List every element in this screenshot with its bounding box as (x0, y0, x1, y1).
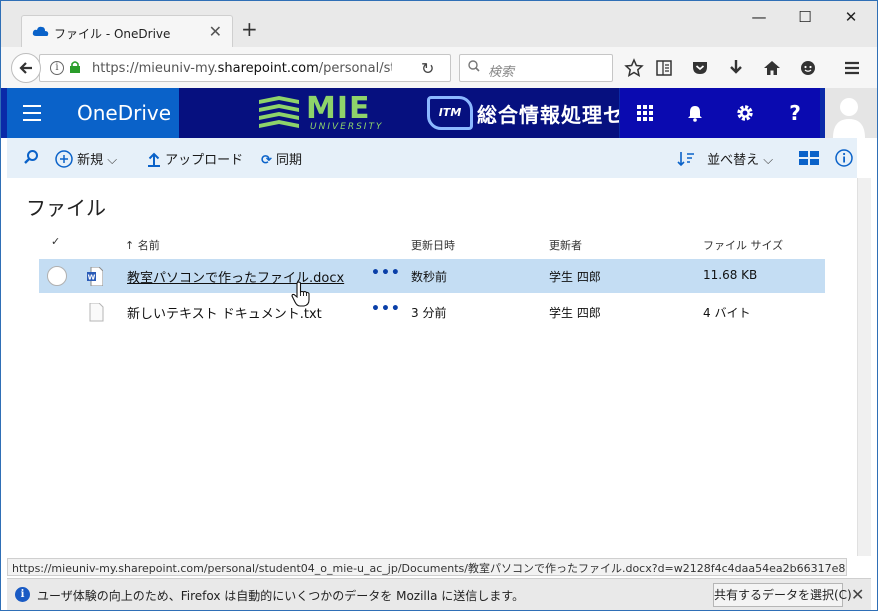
info-icon[interactable] (835, 149, 853, 167)
text-file-icon (89, 303, 104, 322)
upload-button[interactable]: アップロード (147, 149, 243, 168)
file-size: 11.68 KB (703, 268, 758, 282)
person-icon (833, 98, 865, 138)
new-button[interactable]: 新規 ⌵ (55, 149, 117, 168)
gear-icon (737, 105, 753, 121)
sort-icon (677, 152, 694, 167)
mie-university-logo-icon (259, 96, 299, 128)
search-placeholder: 検索 (488, 65, 515, 80)
status-url: https://mieuniv-my.sharepoint.com/person… (7, 558, 847, 576)
url-bar[interactable]: i https://mieuniv-my.sharepoint.com/pers… (39, 54, 451, 82)
center-name: 総合情報処理センター (477, 103, 619, 127)
sync-label: 同期 (276, 153, 303, 168)
chevron-down-icon: ⌵ (107, 153, 118, 168)
more-actions-button[interactable]: ••• (371, 301, 401, 317)
page-title: ファイル (26, 196, 106, 220)
mie-logo-subtext: UNIVERSITY (310, 122, 384, 132)
help-button[interactable]: ? (770, 88, 820, 138)
command-bar: 新規 ⌵ アップロード ⟳ 同期 並べ替え ⌵ (7, 138, 857, 178)
home-icon[interactable] (761, 57, 783, 79)
file-modified: 数秒前 (411, 270, 448, 284)
close-window-button[interactable]: ✕ (828, 7, 874, 29)
mie-logo-text: MIE (306, 91, 371, 126)
notification-close-icon[interactable]: ✕ (851, 585, 864, 604)
university-banner: MIE UNIVERSITY ITM 総合情報処理センター (179, 88, 619, 138)
download-icon[interactable] (725, 57, 747, 79)
file-list-area: ファイル ✓ ↑ 名前 更新日時 更新者 ファイル サイズ W 教室パソコンで作… (7, 178, 857, 556)
info-icon: i (15, 587, 30, 602)
user-avatar[interactable] (821, 88, 877, 138)
notifications-button[interactable] (670, 88, 720, 138)
itm-logo: ITM (427, 96, 473, 130)
browser-window: ファイル - OneDrive ✕ + — ☐ ✕ i https://mieu… (0, 0, 878, 611)
back-button[interactable] (11, 53, 41, 83)
table-row[interactable]: 新しいテキスト ドキュメント.txt ••• 3 分前 学生 四郎 4 バイト (39, 295, 825, 329)
site-info-icon[interactable]: i (50, 61, 64, 75)
onedrive-cloud-icon (32, 26, 49, 36)
row-select-radio[interactable] (47, 266, 67, 286)
chevron-down-icon: ⌵ (763, 153, 774, 168)
onedrive-header: OneDrive MIE UNIVERSITY ITM 総合情報処理センター (1, 88, 877, 138)
onedrive-title[interactable]: OneDrive (57, 88, 179, 138)
file-modified-by: 学生 四郎 (549, 270, 601, 284)
upload-label: アップロード (165, 153, 244, 168)
file-modified: 3 分前 (411, 306, 447, 320)
column-header-modified[interactable]: 更新日時 (411, 237, 455, 253)
search-icon (24, 150, 38, 164)
bookmark-star-icon[interactable] (623, 57, 645, 79)
notification-text: ユーザ体験の向上のため、Firefox は自動的にいくつかのデータを Mozil… (37, 589, 525, 603)
title-bar: ファイル - OneDrive ✕ + — ☐ ✕ (1, 1, 877, 47)
hamburger-menu-icon[interactable] (841, 57, 863, 79)
new-tab-button[interactable]: + (241, 19, 258, 39)
navigation-bar: i https://mieuniv-my.sharepoint.com/pers… (1, 47, 877, 89)
new-label: 新規 (77, 153, 104, 168)
pocket-icon[interactable] (689, 57, 711, 79)
search-command[interactable] (23, 149, 39, 169)
upload-arrow-icon (148, 152, 160, 167)
hand-cursor-icon (291, 281, 310, 307)
file-modified-by: 学生 四郎 (549, 306, 601, 320)
more-actions-button[interactable]: ••• (371, 265, 401, 281)
app-launcher-button[interactable] (620, 88, 670, 138)
view-tiles-icon[interactable] (799, 151, 819, 165)
tab-title: ファイル - OneDrive (54, 27, 171, 41)
search-box[interactable]: 検索 (459, 54, 613, 82)
sync-button[interactable]: ⟳ 同期 (261, 149, 302, 168)
app-launcher-icon (637, 105, 653, 121)
scrollbar[interactable] (857, 178, 871, 556)
column-header-modified-by[interactable]: 更新者 (549, 237, 582, 253)
minimize-button[interactable]: — (736, 7, 782, 29)
plus-circle-icon (55, 150, 73, 168)
column-header-name[interactable]: ↑ 名前 (125, 237, 160, 253)
select-all-checkmark[interactable]: ✓ (51, 235, 60, 248)
app-menu-button[interactable] (7, 88, 57, 138)
file-size: 4 バイト (703, 306, 751, 320)
choose-shared-data-button[interactable]: 共有するデータを選択(C) (713, 583, 852, 607)
notification-bar: i ユーザ体験の向上のため、Firefox は自動的にいくつかのデータを Moz… (7, 578, 871, 610)
back-arrow-icon (19, 62, 32, 74)
reload-icon[interactable]: ↻ (421, 59, 434, 78)
bell-icon (688, 106, 702, 122)
search-icon (468, 60, 480, 72)
browser-tab[interactable]: ファイル - OneDrive ✕ (21, 15, 233, 47)
svg-text:W: W (88, 274, 96, 282)
settings-button[interactable] (720, 88, 770, 138)
feedback-smiley-icon[interactable] (797, 57, 819, 79)
sort-button[interactable]: 並べ替え ⌵ (677, 149, 773, 168)
table-row[interactable]: W 教室パソコンで作ったファイル.docx ••• 数秒前 学生 四郎 11.6… (39, 259, 825, 293)
column-header-size[interactable]: ファイル サイズ (703, 237, 783, 253)
word-document-icon: W (87, 267, 103, 286)
lock-icon (70, 61, 80, 73)
tab-close-icon[interactable]: ✕ (209, 22, 222, 41)
url-text[interactable]: https://mieuniv-my.sharepoint.com/person… (92, 61, 392, 76)
sort-label: 並べ替え (707, 153, 760, 168)
maximize-button[interactable]: ☐ (782, 7, 828, 29)
reader-list-icon[interactable] (653, 57, 675, 79)
sync-icon: ⟳ (261, 153, 272, 168)
